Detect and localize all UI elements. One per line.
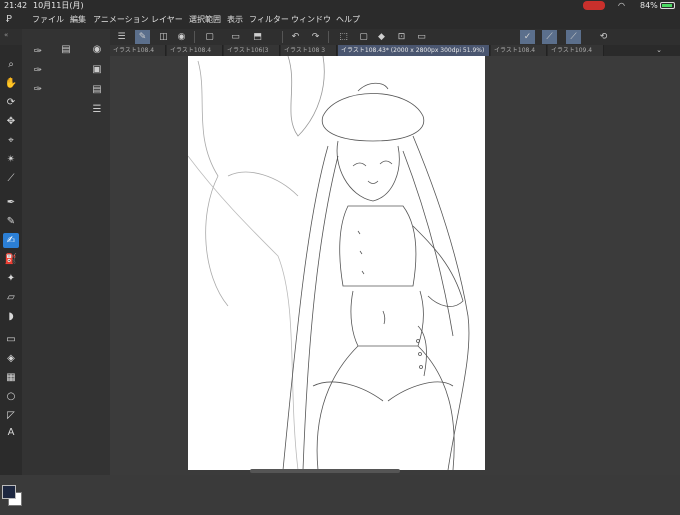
menu-window[interactable]: ウィンドウ — [291, 11, 331, 29]
sub-tool-pen-1-icon[interactable]: ✑ — [30, 45, 46, 59]
command-bar: ☰ ✎ ◫ ◉ ▢ ▭ ⬒ ↶ ↷ ⬚ ▢ ◆ ⊡ ▭ ✓ ⟋ ⟋ ⟲ — [110, 29, 680, 45]
layer-property-icon[interactable]: ◉ — [89, 43, 105, 57]
eye-icon[interactable]: ◉ — [174, 30, 189, 44]
blend-icon[interactable]: ◗ — [3, 309, 19, 324]
menu-animation[interactable]: アニメーション — [93, 11, 149, 29]
tab-document[interactable]: イラスト108.4 — [167, 45, 223, 56]
new-file-icon[interactable]: ▢ — [202, 30, 217, 44]
hand-icon[interactable]: ✋ — [3, 76, 19, 91]
sub-tool-pen-2-icon[interactable]: ✑ — [30, 64, 46, 78]
pencil-icon[interactable]: ✎ — [3, 214, 19, 229]
text-icon[interactable]: A — [3, 425, 19, 440]
horizontal-scrollbar[interactable] — [250, 469, 400, 473]
property-palette: ▤ — [54, 29, 84, 475]
layer-stack-icon[interactable]: ▤ — [89, 83, 105, 97]
select-layer-icon[interactable]: ⌖ — [3, 133, 19, 148]
layer-menu-icon[interactable]: ☰ — [89, 103, 105, 117]
clear-icon[interactable]: ▢ — [356, 30, 371, 44]
canvas-paper[interactable] — [188, 56, 485, 470]
tab-document[interactable]: イラスト108.4 — [491, 45, 547, 56]
layer-icon[interactable]: ◫ — [156, 30, 171, 44]
tab-document[interactable]: イラスト108 3 — [281, 45, 337, 56]
tab-document[interactable]: イラスト106(3 — [224, 45, 280, 56]
wifi-icon: ◠ — [618, 1, 625, 10]
rotate-view-icon[interactable]: ⟳ — [3, 95, 19, 110]
menu-bar: Ꝑ ファイル 編集 アニメーション レイヤー 選択範囲 表示 フィルター ウィン… — [0, 11, 680, 29]
save-icon[interactable]: ⬒ — [250, 30, 265, 44]
fill-icon[interactable]: ◆ — [374, 30, 389, 44]
menu-file[interactable]: ファイル — [32, 11, 64, 29]
rotate-icon[interactable]: ⟲ — [596, 30, 611, 44]
menu-layer[interactable]: レイヤー — [151, 11, 183, 29]
eraser-icon[interactable]: ▱ — [3, 290, 19, 305]
menu-filter[interactable]: フィルター — [249, 11, 289, 29]
tabs-dropdown-icon[interactable]: ⌄ — [656, 45, 662, 56]
menu-edit[interactable]: 編集 — [70, 11, 86, 29]
zoom-icon[interactable]: ⌕ — [3, 57, 19, 72]
status-bar: 21:42 10月11日(月) ◠ 84% — [0, 0, 680, 11]
fill-icon[interactable]: ◈ — [3, 351, 19, 366]
status-date: 10月11日(月) — [33, 1, 84, 10]
color-swatches[interactable] — [2, 485, 22, 515]
stroke-icon[interactable]: ▭ — [414, 30, 429, 44]
battery-percent: 84% — [640, 1, 658, 10]
airbrush-icon[interactable]: ⛽ — [3, 252, 19, 267]
pen-icon[interactable]: ✒ — [3, 195, 19, 210]
pencil-icon[interactable]: ⟋ — [566, 30, 581, 44]
menu-view[interactable]: 表示 — [227, 11, 243, 29]
figure-icon[interactable]: ▭ — [3, 332, 19, 347]
move-icon[interactable]: ✥ — [3, 114, 19, 129]
tool-property-icon[interactable]: ▤ — [58, 43, 74, 57]
menu-icon[interactable]: ☰ — [114, 30, 129, 44]
tab-document-active[interactable]: イラスト108.43* (2000 x 2800px 300dpi 51.9%) — [338, 45, 490, 56]
battery-icon — [660, 2, 675, 9]
layer-palette: ◉ ▣ ▤ ☰ — [84, 29, 110, 475]
foreground-color[interactable] — [2, 485, 16, 499]
decoration-icon[interactable]: ✦ — [3, 271, 19, 286]
magic-wand-icon[interactable]: ✴ — [3, 152, 19, 167]
undo-icon[interactable]: ↶ — [288, 30, 303, 44]
ellipse-icon[interactable]: ○ — [3, 389, 19, 404]
pen-icon[interactable]: ⟋ — [542, 30, 557, 44]
app-logo-icon[interactable]: Ꝑ — [6, 14, 18, 26]
tool-palette: ⌕ ✋ ⟳ ✥ ⌖ ✴ ⟋ ✒ ✎ ✍ ⛽ ✦ ▱ ◗ ▭ ◈ ▦ ○ ◸ A — [0, 45, 22, 506]
document-tabs: イラスト108.4 イラスト108.4 イラスト106(3 イラスト108 3 … — [110, 45, 680, 56]
transform-icon[interactable]: ⊡ — [394, 30, 409, 44]
gradient-icon[interactable]: ▦ — [3, 370, 19, 385]
redo-icon[interactable]: ↷ — [308, 30, 323, 44]
layer-list-icon[interactable]: ▣ — [89, 63, 105, 77]
brush-icon[interactable]: ✓ — [520, 30, 535, 44]
select-icon[interactable]: ⬚ — [336, 30, 351, 44]
open-icon[interactable]: ▭ — [228, 30, 243, 44]
ruler-icon[interactable]: ◸ — [3, 408, 19, 423]
menu-help[interactable]: ヘルプ — [336, 11, 360, 29]
brush-icon[interactable]: ✍ — [3, 233, 19, 248]
status-time: 21:42 — [4, 1, 28, 10]
menu-selection[interactable]: 選択範囲 — [189, 11, 221, 29]
lineart-drawing — [188, 56, 470, 470]
tab-document[interactable]: イラスト108.4 — [110, 45, 166, 56]
sub-tool-palette: ✑ ✑ ✑ — [22, 29, 54, 475]
mic-indicator-icon — [583, 1, 605, 10]
eyedropper-icon[interactable]: ⟋ — [3, 171, 19, 186]
collapse-left-icon[interactable]: « — [4, 31, 8, 39]
tab-document[interactable]: イラスト109.4 — [548, 45, 604, 56]
pen-tool-icon[interactable]: ✎ — [135, 30, 150, 44]
sub-tool-pen-3-icon[interactable]: ✑ — [30, 83, 46, 97]
